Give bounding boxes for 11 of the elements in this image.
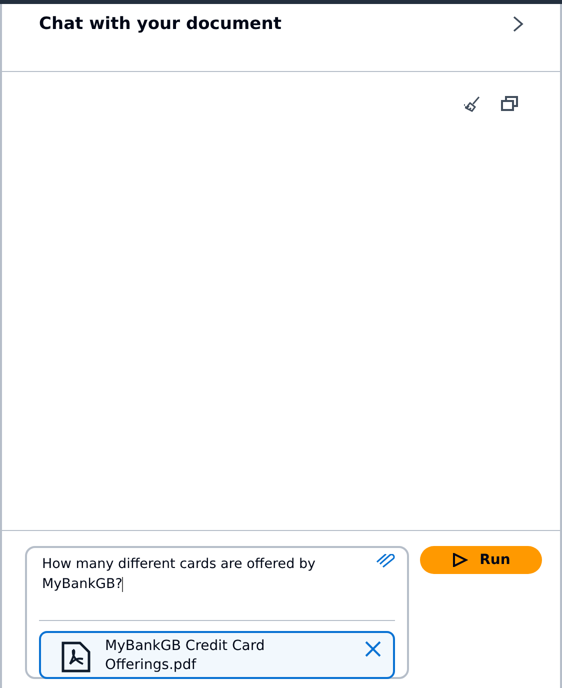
run-button[interactable]: Run [420,546,542,574]
prompt-text: How many different cards are offered by MyBankGB? [41,555,317,594]
panel-title: Chat with your document [39,14,282,34]
play-icon [452,553,468,567]
close-icon[interactable] [365,641,381,657]
broom-icon[interactable] [463,96,481,112]
copy-icon[interactable] [501,96,518,111]
pdf-file-icon [61,641,91,673]
prompt-field[interactable]: How many different cards are offered by MyBankGB? MyBankGB Credit Card Offerings.pdf [25,546,409,679]
file-name: MyBankGB Credit Card Offerings.pdf [105,637,266,675]
chevron-right-icon[interactable] [512,16,524,32]
